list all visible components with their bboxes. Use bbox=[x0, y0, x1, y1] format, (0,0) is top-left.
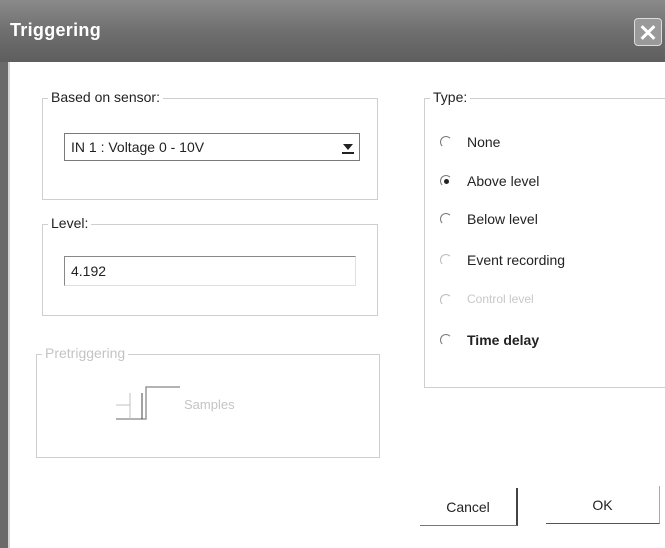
radio-event-recording[interactable]: Event recording bbox=[440, 252, 660, 274]
radio-none[interactable]: None bbox=[440, 134, 660, 156]
pretrigger-unit-label: Samples bbox=[184, 397, 235, 412]
radio-circle-time-delay[interactable] bbox=[440, 334, 452, 346]
radio-below-level[interactable]: Below level bbox=[440, 211, 660, 233]
radio-label-time-delay: Time delay bbox=[467, 332, 540, 348]
cancel-button[interactable]: Cancel bbox=[420, 488, 518, 526]
sensor-select-value: IN 1 : Voltage 0 - 10V bbox=[71, 139, 205, 155]
close-icon[interactable] bbox=[634, 18, 662, 46]
window-border bbox=[0, 62, 8, 548]
radio-circle-control-level bbox=[440, 294, 452, 306]
radio-label-below-level: Below level bbox=[467, 211, 538, 227]
radio-time-delay[interactable]: Time delay bbox=[440, 332, 660, 354]
dropdown-underline bbox=[342, 152, 354, 154]
radio-label-none: None bbox=[467, 134, 501, 150]
level-input-value: 4.192 bbox=[71, 263, 107, 279]
type-group-label: Type: bbox=[430, 89, 471, 105]
window-border-inner bbox=[8, 62, 10, 548]
radio-control-level: Control level bbox=[440, 292, 660, 314]
sensor-select[interactable]: IN 1 : Voltage 0 - 10V bbox=[64, 133, 360, 161]
radio-label-event-recording: Event recording bbox=[467, 252, 566, 268]
radio-circle-none[interactable] bbox=[440, 136, 452, 148]
radio-label-control-level: Control level bbox=[467, 292, 534, 306]
level-input[interactable]: 4.192 bbox=[64, 256, 356, 286]
radio-circle-event-recording[interactable] bbox=[440, 254, 452, 266]
level-group-label: Level: bbox=[48, 215, 92, 231]
radio-circle-above-level[interactable] bbox=[440, 175, 452, 187]
radio-above-level[interactable]: Above level bbox=[440, 173, 660, 195]
radio-label-above-level: Above level bbox=[467, 173, 540, 189]
pretrigger-spinner bbox=[116, 386, 180, 420]
title-bar: Triggering bbox=[0, 0, 665, 62]
dialog-title: Triggering bbox=[10, 20, 102, 40]
pretrigger-group-label: Pretriggering bbox=[42, 345, 129, 361]
radio-circle-below-level[interactable] bbox=[440, 213, 452, 225]
chevron-down-icon[interactable] bbox=[343, 144, 353, 150]
sensor-group-label: Based on sensor: bbox=[48, 89, 163, 105]
ok-button[interactable]: OK bbox=[546, 486, 660, 524]
